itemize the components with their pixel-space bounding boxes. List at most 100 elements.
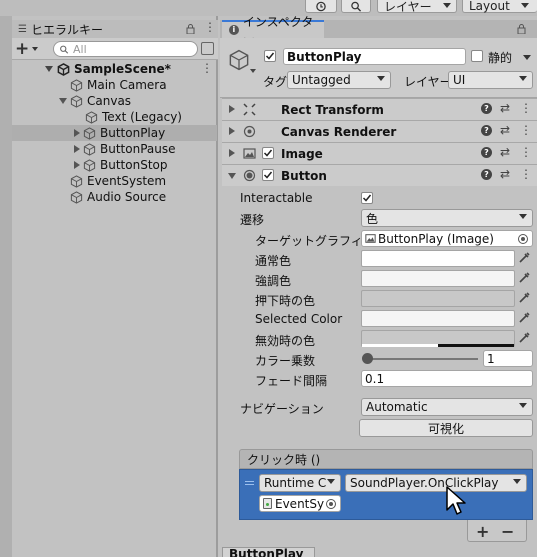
color-multiplier-input[interactable]: 1 (483, 350, 533, 367)
tree-item-label: Main Camera (87, 78, 167, 92)
more-menu-icon[interactable]: ⋮ (201, 61, 213, 75)
search-button[interactable] (341, 0, 371, 13)
chevron-down-icon[interactable] (523, 55, 531, 60)
navigation-dropdown[interactable]: Automatic (361, 398, 533, 416)
fade-duration-input[interactable]: 0.1 (361, 370, 533, 387)
more-menu-icon[interactable]: ⋮ (520, 101, 532, 115)
object-name-value: ButtonPlay (287, 49, 362, 64)
object-picker-icon[interactable] (326, 499, 336, 509)
color-multiplier-slider-track[interactable] (366, 358, 478, 360)
tree-item-buttonstop[interactable]: ButtonStop (12, 157, 217, 173)
component-enabled-checkbox[interactable] (262, 169, 274, 181)
eyedropper-icon[interactable] (517, 311, 531, 325)
help-icon[interactable]: ? (481, 169, 492, 180)
more-menu-icon[interactable]: ⋮ (520, 145, 532, 159)
scene-row[interactable]: SampleScene* ⋮ (12, 61, 217, 77)
search-icon (351, 1, 362, 12)
lock-icon[interactable] (186, 24, 195, 34)
component-button[interactable]: Button ? ⇄ ⋮ (222, 164, 537, 186)
add-object-button[interactable]: + (15, 39, 43, 59)
add-icon: + (15, 39, 30, 59)
remove-listener-button[interactable]: − (501, 522, 514, 541)
chevron-down-icon (521, 3, 529, 8)
component-title: Image (281, 146, 323, 161)
listener-object-field[interactable]: EventSy (259, 495, 341, 512)
gameobject-icon (70, 190, 83, 204)
eyedropper-icon[interactable] (517, 251, 531, 265)
add-listener-button[interactable]: + (476, 522, 489, 541)
more-menu-icon[interactable]: ⋮ (520, 167, 532, 181)
component-rect-transform[interactable]: Rect Transform ? ⇄ ⋮ (222, 98, 537, 120)
mouse-cursor-icon (446, 486, 466, 515)
fade-duration-value: 0.1 (365, 371, 385, 386)
layout-dropdown[interactable]: Layout (462, 0, 537, 13)
preset-icon[interactable]: ⇄ (500, 123, 510, 137)
transition-value: 色 (366, 211, 379, 226)
active-checkbox[interactable] (264, 50, 276, 62)
component-canvas-renderer[interactable]: Canvas Renderer ? ⇄ ⋮ (222, 120, 537, 142)
color-multiplier-label: カラー乗数 (255, 354, 316, 368)
runtime-dropdown[interactable]: Runtime C (259, 474, 341, 492)
tree-item-eventsystem[interactable]: EventSystem (12, 173, 217, 189)
help-icon[interactable]: ? (481, 147, 492, 158)
layer-dropdown[interactable]: UI (448, 71, 533, 89)
interactable-checkbox[interactable] (361, 192, 373, 204)
tag-dropdown[interactable]: Untagged (287, 71, 391, 89)
help-icon[interactable]: ? (481, 125, 492, 136)
checkmark-icon (362, 194, 372, 202)
unity-scene-icon (57, 62, 70, 76)
object-name-input[interactable]: ButtonPlay (283, 48, 466, 65)
tag-value: Untagged (292, 73, 351, 87)
target-graphic-field[interactable]: ButtonPlay (Image) (361, 230, 533, 247)
visualize-button[interactable]: 可視化 (359, 419, 533, 437)
static-label: 静的 (488, 51, 513, 65)
disabled-color-label: 無効時の色 (255, 334, 316, 348)
transition-dropdown[interactable]: 色 (361, 209, 533, 227)
disabled-color-field[interactable] (361, 330, 515, 347)
tree-item-buttonplay[interactable]: ButtonPlay (12, 125, 217, 141)
function-value: SoundPlayer.OnClickPlay (350, 476, 499, 490)
lock-icon[interactable] (517, 24, 526, 34)
component-image[interactable]: Image ? ⇄ ⋮ (222, 142, 537, 164)
search-filter-icon[interactable] (201, 42, 214, 55)
drag-handle-icon[interactable] (245, 481, 254, 485)
component-enabled-checkbox[interactable] (262, 147, 274, 159)
preset-icon[interactable]: ⇄ (500, 145, 510, 159)
expand-arrow-icon (45, 66, 53, 72)
history-button[interactable] (305, 0, 337, 13)
help-icon[interactable]: ? (481, 103, 492, 114)
object-picker-icon[interactable] (518, 234, 528, 244)
color-multiplier-slider-handle[interactable] (362, 353, 373, 364)
visualize-label: 可視化 (427, 421, 464, 436)
gameobject-icon (83, 142, 96, 156)
preset-icon[interactable]: ⇄ (500, 101, 510, 115)
alpha-bar (438, 344, 514, 347)
tree-item-audio-source[interactable]: Audio Source (12, 189, 217, 205)
more-menu-icon[interactable]: ⋮ (520, 123, 532, 137)
tree-item-main-camera[interactable]: Main Camera (12, 77, 217, 93)
function-dropdown[interactable]: SoundPlayer.OnClickPlay (345, 474, 527, 492)
preview-tab[interactable]: ButtonPlay (222, 547, 315, 557)
normal-color-field[interactable] (361, 250, 515, 267)
gameobject-icon (70, 78, 83, 92)
tab-inspector[interactable]: i インスペクター (222, 15, 324, 46)
highlighted-color-field[interactable] (361, 270, 515, 287)
pressed-color-field[interactable] (361, 290, 515, 307)
selected-color-field[interactable] (361, 310, 515, 327)
tab-hierarchy[interactable]: ☰ ヒエラルキー ⋮ (12, 20, 218, 38)
more-menu-icon[interactable]: ⋮ (204, 20, 216, 34)
eyedropper-icon[interactable] (517, 331, 531, 345)
search-icon (60, 45, 69, 54)
canvas-renderer-icon (243, 125, 256, 138)
fade-duration-label: フェード間隔 (255, 374, 328, 388)
tree-item-buttonpause[interactable]: ButtonPause (12, 141, 217, 157)
chevron-down-icon[interactable] (250, 69, 256, 73)
tree-item-canvas[interactable]: Canvas (12, 93, 217, 109)
tree-item-text-legacy[interactable]: Text (Legacy) (12, 109, 217, 125)
hierarchy-search-input[interactable]: All (53, 41, 198, 57)
eyedropper-icon[interactable] (517, 291, 531, 305)
eyedropper-icon[interactable] (517, 271, 531, 285)
layers-dropdown[interactable]: レイヤー (377, 0, 457, 14)
preset-icon[interactable]: ⇄ (500, 167, 510, 181)
static-checkbox[interactable] (471, 50, 483, 62)
